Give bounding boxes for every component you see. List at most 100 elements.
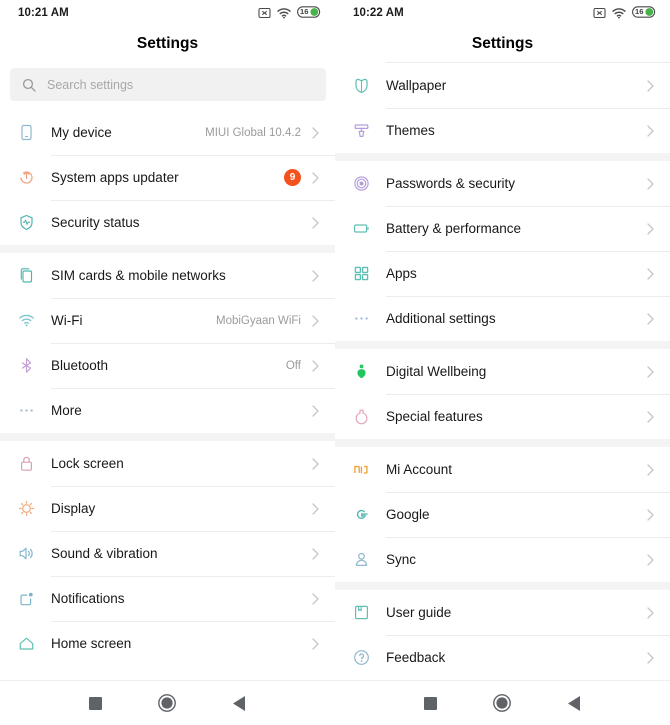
back-triangle-icon[interactable] [222, 686, 256, 720]
list-item-label: More [51, 403, 82, 418]
list-item-label: Bluetooth [51, 358, 109, 373]
list-item-apps[interactable]: Apps [335, 251, 670, 296]
left-navigation-bar [0, 680, 335, 725]
list-item-label: Home screen [51, 636, 132, 651]
list-item-notifications[interactable]: Notifications [0, 576, 335, 621]
person-icon [353, 551, 386, 568]
list-item-label: Google [386, 507, 430, 522]
no-sim-icon [258, 7, 271, 19]
list-item-label: Wallpaper [386, 78, 447, 93]
home-circle-icon[interactable] [485, 686, 519, 720]
list-item-label: Notifications [51, 591, 125, 606]
list-item-label: Sync [386, 552, 417, 567]
page-title: Settings [471, 35, 534, 52]
chevron-right-icon [310, 216, 321, 229]
list-item-label: System apps updater [51, 170, 179, 185]
list-item-label: Lock screen [51, 456, 124, 471]
recents-square-icon[interactable] [414, 686, 448, 720]
brightness-icon [18, 500, 51, 517]
list-item-my-device[interactable]: My device MIUI Global 10.4.2 [0, 110, 335, 155]
dots-icon [353, 310, 386, 327]
right-title-bar: Settings [335, 26, 670, 62]
apps-grid-icon [353, 265, 386, 282]
list-item-value: MobiGyaan WiFi [216, 314, 301, 327]
list-item-additional-settings[interactable]: Additional settings [335, 296, 670, 341]
list-item-passwords-security[interactable]: Passwords & security [335, 161, 670, 206]
wifi-icon [612, 8, 626, 19]
list-item-digital-wellbeing[interactable]: Digital Wellbeing [335, 349, 670, 394]
home-circle-icon[interactable] [150, 686, 184, 720]
chevron-right-icon [645, 410, 656, 423]
back-triangle-icon[interactable] [557, 686, 591, 720]
list-item-wifi[interactable]: Wi-Fi MobiGyaan WiFi [0, 298, 335, 343]
chevron-right-icon [645, 124, 656, 137]
list-item-feedback[interactable]: Feedback [335, 635, 670, 680]
list-item-label: Security status [51, 215, 140, 230]
list-item-label: Themes [386, 123, 435, 138]
list-item-value: Off [285, 359, 301, 372]
search-placeholder: Search settings [47, 77, 134, 92]
search-input[interactable]: Search settings [10, 68, 326, 101]
chevron-right-icon [310, 547, 321, 560]
recents-square-icon[interactable] [79, 686, 113, 720]
settings-group: Wallpaper Themes [335, 63, 670, 153]
wallpaper-icon [353, 77, 386, 94]
list-item-label: Apps [386, 266, 417, 281]
list-item-more[interactable]: More [0, 388, 335, 433]
right-settings-list[interactable]: Wallpaper Themes Passwords & security Ba… [335, 62, 670, 680]
list-item-system-apps-updater[interactable]: System apps updater 9 [0, 155, 335, 200]
question-icon [353, 649, 386, 666]
list-item-lock-screen[interactable]: Lock screen [0, 441, 335, 486]
settings-group: SIM cards & mobile networks Wi-Fi MobiGy… [0, 253, 335, 433]
google-icon [353, 506, 386, 523]
chevron-right-icon [645, 463, 656, 476]
chevron-right-icon [645, 508, 656, 521]
wifi-icon [277, 8, 291, 19]
battery-icon [353, 220, 386, 237]
chevron-right-icon [310, 502, 321, 515]
group-separator [335, 153, 670, 161]
group-separator [335, 439, 670, 447]
left-settings-list[interactable]: My device MIUI Global 10.4.2 System apps… [0, 110, 335, 680]
battery-icon: 16 [297, 5, 321, 21]
status-clock: 10:21 AM [18, 7, 69, 19]
list-item-special-features[interactable]: Special features [335, 394, 670, 439]
list-item-home-screen[interactable]: Home screen [0, 621, 335, 666]
group-separator [335, 582, 670, 590]
chevron-right-icon [645, 651, 656, 664]
page-title: Settings [136, 35, 199, 52]
list-item-label: Sound & vibration [51, 546, 158, 561]
list-item-sim-cards[interactable]: SIM cards & mobile networks [0, 253, 335, 298]
left-status-bar: 10:21 AM 16 [0, 0, 335, 26]
group-separator [0, 245, 335, 253]
list-item-battery-performance[interactable]: Battery & performance [335, 206, 670, 251]
list-item-label: Wi-Fi [51, 313, 83, 328]
chevron-right-icon [645, 267, 656, 280]
notification-icon [18, 590, 51, 607]
update-icon [18, 169, 51, 186]
list-item-security-status[interactable]: Security status [0, 200, 335, 245]
list-item-label: Additional settings [386, 311, 496, 326]
status-icons: 16 [258, 5, 321, 21]
list-item-google[interactable]: Google [335, 492, 670, 537]
list-item-mi-account[interactable]: Mi Account [335, 447, 670, 492]
fingerprint-icon [353, 175, 386, 192]
right-status-bar: 10:22 AM 16 [335, 0, 670, 26]
list-item-themes[interactable]: Themes [335, 108, 670, 153]
chevron-right-icon [310, 171, 321, 184]
settings-group: Mi Account Google Sync [335, 447, 670, 582]
list-item-display[interactable]: Display [0, 486, 335, 531]
list-item-sound-vibration[interactable]: Sound & vibration [0, 531, 335, 576]
chevron-right-icon [310, 457, 321, 470]
chevron-right-icon [310, 269, 321, 282]
list-item-sync[interactable]: Sync [335, 537, 670, 582]
list-item-user-guide[interactable]: User guide [335, 590, 670, 635]
list-item-label: Display [51, 501, 96, 516]
chevron-right-icon [310, 592, 321, 605]
list-item-wallpaper[interactable]: Wallpaper [335, 63, 670, 108]
list-item-bluetooth[interactable]: Bluetooth Off [0, 343, 335, 388]
list-item-value: MIUI Global 10.4.2 [205, 126, 301, 139]
phone-icon [18, 124, 51, 141]
battery-icon: 16 [632, 5, 656, 21]
settings-group: Passwords & security Battery & performan… [335, 161, 670, 341]
